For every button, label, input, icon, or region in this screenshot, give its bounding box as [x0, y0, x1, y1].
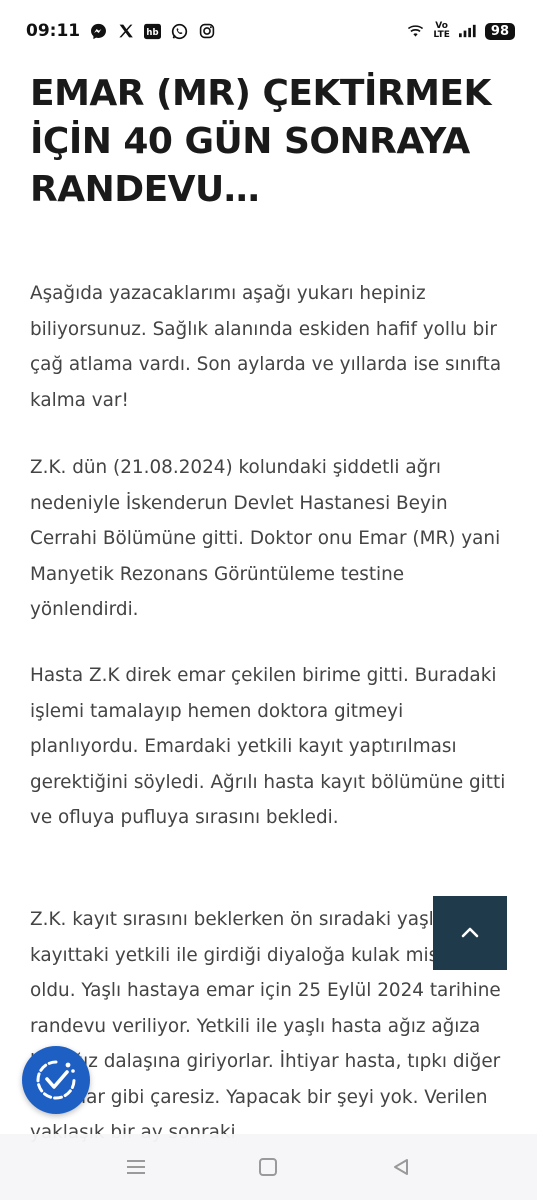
menu-icon	[127, 1160, 146, 1174]
article-paragraph: Hasta Z.K direk emar çekilen birime gitt…	[30, 665, 506, 828]
wifi-icon	[407, 23, 424, 40]
battery-indicator: 98	[484, 22, 515, 40]
chevron-up-icon	[461, 927, 479, 938]
svg-text:hb: hb	[147, 27, 159, 37]
article: EMAR (MR) ÇEKTİRMEK İÇİN 40 GÜN SONRAYA …	[30, 70, 508, 1143]
messenger-icon	[90, 23, 107, 40]
home-button[interactable]	[248, 1147, 288, 1187]
status-time: 09:11	[26, 21, 81, 41]
signal-icon	[458, 23, 476, 40]
article-title: EMAR (MR) ÇEKTİRMEK İÇİN 40 GÜN SONRAYA …	[30, 73, 491, 210]
status-bar: 09:11 hb Vo LTE 98	[0, 0, 537, 62]
hb-icon: hb	[144, 23, 162, 40]
scroll-to-top-button[interactable]	[433, 896, 507, 970]
accessibility-button[interactable]	[22, 1046, 90, 1114]
article-paragraph: Z.K. dün (21.08.2024) kolundaki şiddetli…	[30, 457, 501, 620]
system-navigation-bar	[0, 1134, 537, 1200]
recent-apps-button[interactable]	[116, 1147, 156, 1187]
volte-indicator: Vo LTE	[433, 21, 450, 40]
whatsapp-icon	[171, 23, 188, 40]
article-paragraph: Aşağıda yazacaklarımı aşağı yukarı hepin…	[30, 283, 502, 411]
x-icon	[117, 23, 134, 40]
accessibility-icon	[36, 1060, 76, 1100]
instagram-icon	[198, 23, 215, 40]
back-button[interactable]	[381, 1147, 421, 1187]
home-icon	[259, 1158, 278, 1176]
back-icon	[393, 1159, 408, 1175]
